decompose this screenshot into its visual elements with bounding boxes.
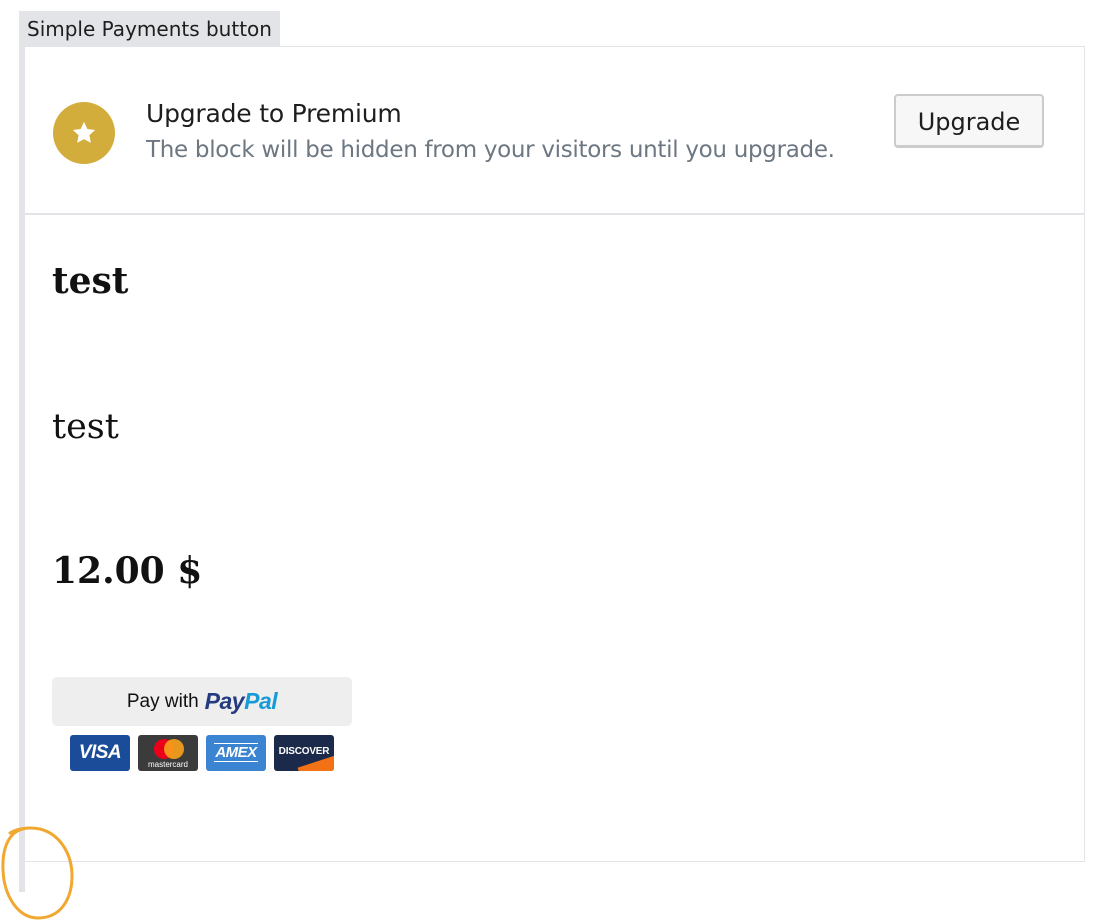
paypal-logo: PayPal <box>204 688 278 715</box>
star-icon <box>53 102 115 164</box>
product-price: 12.00 $ <box>52 550 203 592</box>
paypal-button[interactable]: Pay with PayPal <box>52 677 352 726</box>
block-label[interactable]: Simple Payments button <box>19 11 280 46</box>
upgrade-nudge: Upgrade to Premium The block will be hid… <box>25 47 1084 215</box>
amex-card-icon: AMEX <box>206 735 266 771</box>
nudge-description: The block will be hidden from your visit… <box>146 137 835 163</box>
mastercard-wordmark: mastercard <box>147 760 188 769</box>
discover-wordmark: DISCOVER <box>278 746 330 757</box>
discover-card-icon: DISCOVER <box>274 735 334 771</box>
nudge-title: Upgrade to Premium <box>146 99 402 128</box>
paypal-logo-pal: Pal <box>244 688 278 714</box>
upgrade-button[interactable]: Upgrade <box>894 94 1044 148</box>
mastercard-card-icon: mastercard <box>138 735 198 771</box>
amex-wordmark: AMEX <box>214 743 258 762</box>
paypal-logo-pay: Pay <box>204 688 245 714</box>
product-title: test <box>52 260 129 302</box>
simple-payments-block[interactable]: Upgrade to Premium The block will be hid… <box>25 46 1085 862</box>
product-description: test <box>52 407 119 447</box>
visa-card-icon: VISA <box>70 735 130 771</box>
accepted-cards: VISA mastercard AMEX DISCOVER <box>70 735 334 771</box>
paypal-prefix: Pay with <box>126 690 199 712</box>
annotation-circle <box>1 826 74 920</box>
